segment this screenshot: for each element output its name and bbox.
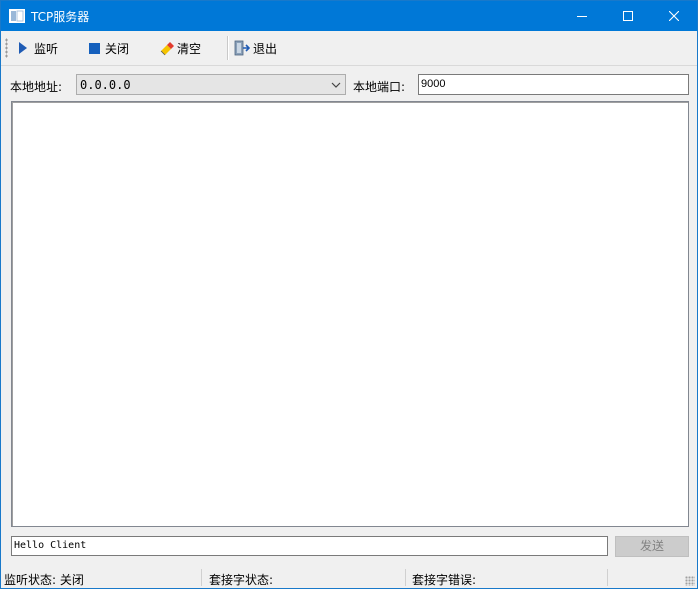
clear-button[interactable]: 清空 bbox=[158, 37, 201, 59]
minimize-icon bbox=[577, 16, 587, 17]
resize-grip[interactable] bbox=[685, 576, 695, 586]
local-address-label: 本地地址: bbox=[10, 80, 63, 94]
exit-label: 退出 bbox=[253, 41, 278, 56]
status-bar: 监听状态: 关闭 套接字状态: 套接字错误: bbox=[1, 567, 697, 588]
message-input[interactable]: Hello Client bbox=[11, 536, 608, 556]
exit-button[interactable]: 退出 bbox=[234, 37, 277, 59]
chevron-down-icon bbox=[331, 82, 341, 88]
listen-status: 监听状态: 关闭 bbox=[4, 573, 84, 587]
exit-door-icon bbox=[234, 40, 250, 56]
toolbar: 监听 关闭 清空 退出 bbox=[1, 31, 697, 66]
listen-button[interactable]: 监听 bbox=[15, 37, 58, 59]
toolbar-separator bbox=[227, 36, 229, 60]
eraser-icon bbox=[158, 40, 174, 56]
title-bar[interactable]: TCP服务器 bbox=[1, 1, 697, 31]
stop-icon bbox=[86, 40, 102, 56]
socket-error: 套接字错误: bbox=[412, 573, 477, 587]
local-address-select[interactable]: 0.0.0.0 bbox=[76, 74, 346, 95]
close-button[interactable] bbox=[651, 1, 697, 31]
maximize-button[interactable] bbox=[605, 1, 651, 31]
close-connection-button[interactable]: 关闭 bbox=[86, 37, 129, 59]
listen-label: 监听 bbox=[34, 41, 59, 56]
minimize-button[interactable] bbox=[559, 1, 605, 31]
send-button[interactable]: 发送 bbox=[615, 536, 689, 557]
tcp-server-window: TCP服务器 监听 关闭 清空 退出 本地地址: 0.0.0.0 本地端口: 9… bbox=[0, 0, 698, 589]
clear-label: 清空 bbox=[177, 41, 202, 56]
play-icon bbox=[15, 40, 31, 56]
maximize-icon bbox=[623, 11, 633, 21]
status-separator bbox=[405, 569, 406, 586]
status-separator bbox=[607, 569, 608, 586]
app-icon bbox=[9, 9, 25, 23]
status-separator bbox=[201, 569, 202, 586]
toolbar-grip[interactable] bbox=[5, 38, 8, 58]
window-title: TCP服务器 bbox=[31, 10, 90, 24]
close-label: 关闭 bbox=[105, 41, 130, 56]
socket-status: 套接字状态: bbox=[209, 573, 274, 587]
message-log[interactable] bbox=[11, 101, 689, 527]
local-port-label: 本地端口: bbox=[353, 80, 406, 94]
local-address-value: 0.0.0.0 bbox=[80, 78, 131, 92]
close-icon bbox=[669, 11, 679, 21]
local-port-input[interactable]: 9000 bbox=[418, 74, 689, 95]
